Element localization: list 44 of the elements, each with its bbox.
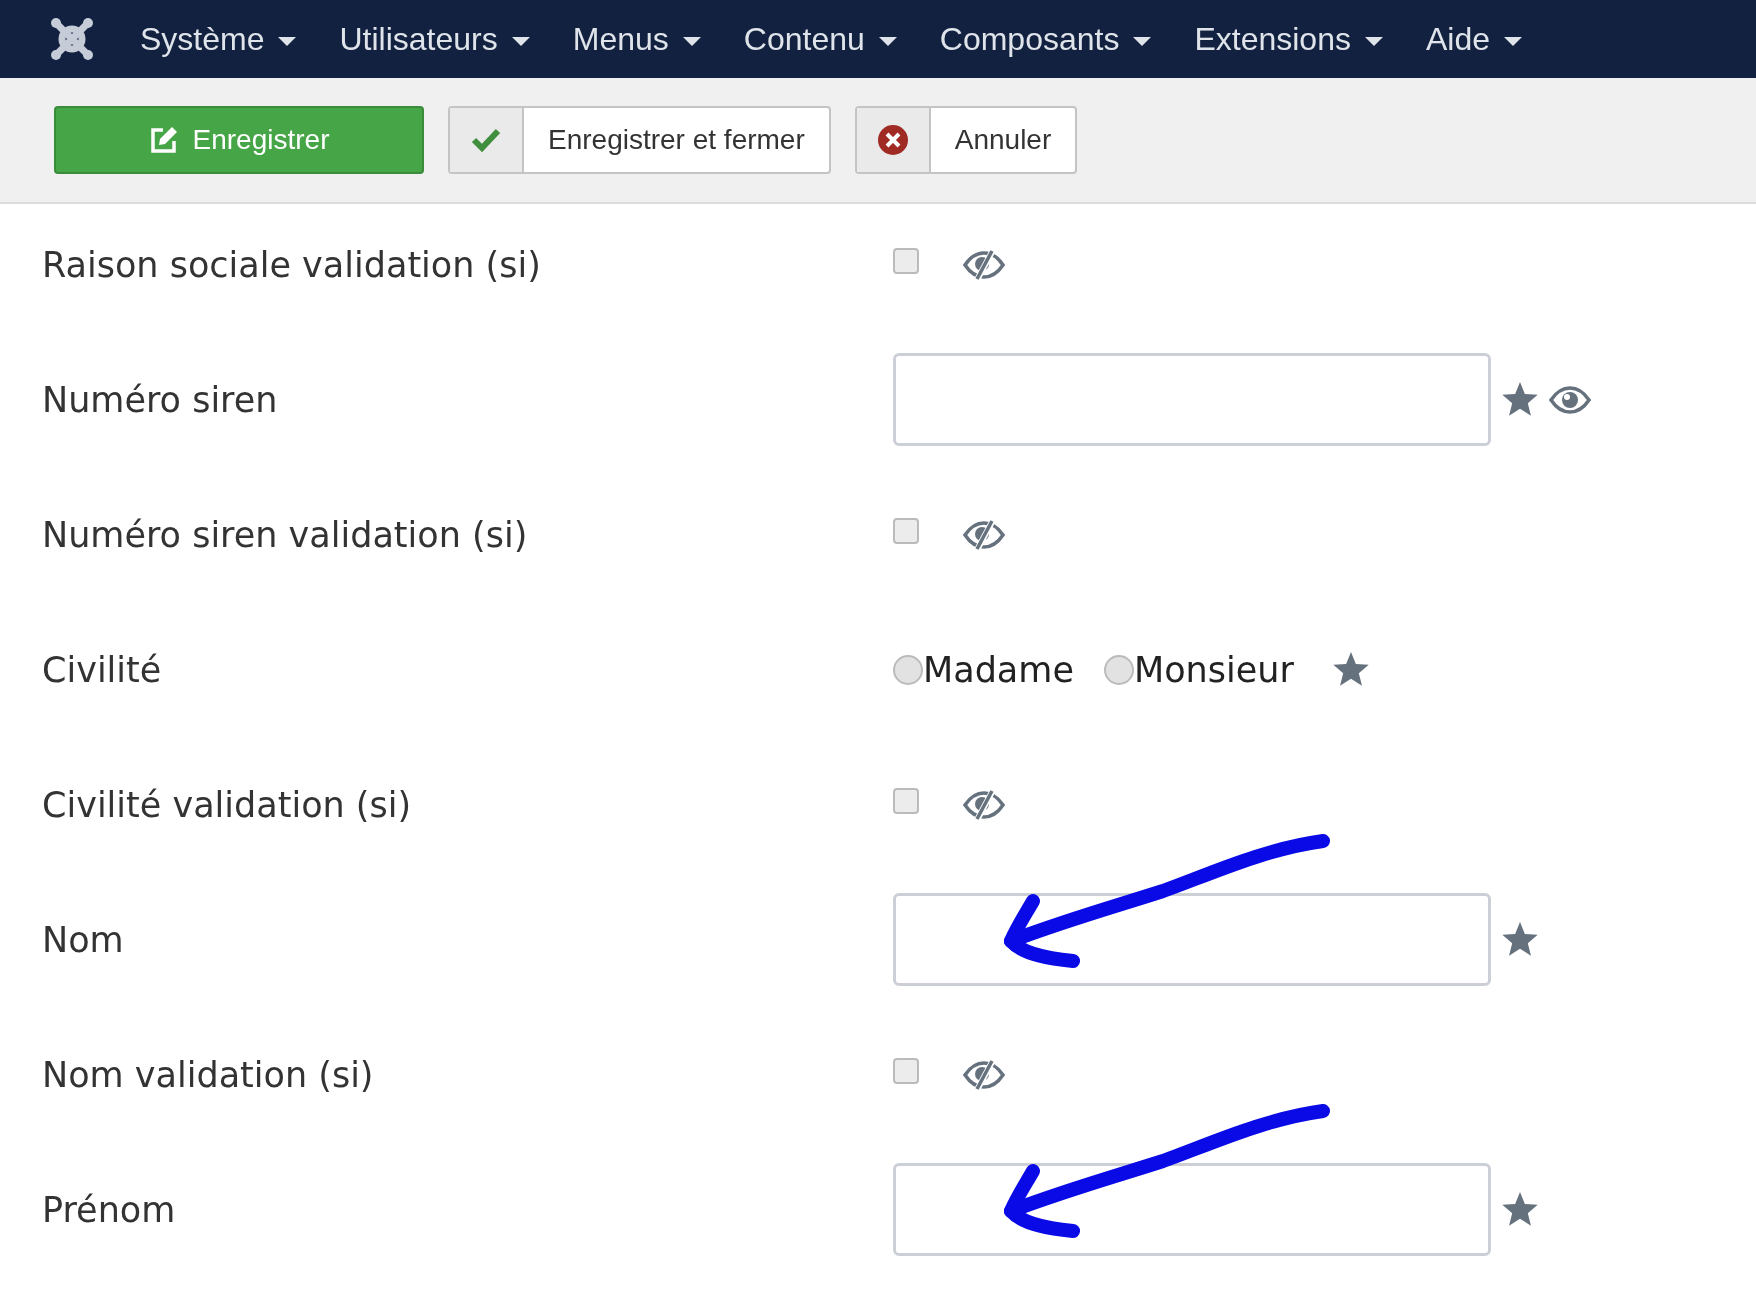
field-label: Nom (42, 919, 125, 960)
radio-button[interactable] (893, 654, 923, 685)
caret-icon (878, 36, 897, 46)
radio-option[interactable]: Madame (893, 649, 1074, 690)
menu-button[interactable]: Utilisateurs (339, 20, 530, 58)
caret-icon (278, 36, 297, 46)
logo-icon[interactable] (50, 17, 94, 61)
radio-option[interactable]: Monsieur (1103, 649, 1294, 690)
checkbox[interactable] (893, 1057, 919, 1084)
field-label: Raison sociale validation (si) (42, 244, 542, 285)
eye-slash-icon[interactable] (963, 248, 1005, 281)
field-label: Civilité validation (si) (42, 784, 413, 825)
field-label: Numéro siren (42, 379, 279, 420)
caret-icon (511, 36, 530, 46)
caret-icon (1133, 36, 1152, 46)
field-label: Numéro siren validation (si) (42, 514, 529, 555)
menu-button[interactable]: Contenu (743, 20, 897, 58)
edit-icon (148, 125, 179, 155)
menu-button[interactable]: Composants (939, 20, 1152, 58)
eye-slash-icon[interactable] (963, 788, 1005, 821)
field-label: Prénom (42, 1189, 177, 1230)
field-label: Civilité (42, 649, 163, 690)
menu-button[interactable]: Système (140, 20, 297, 58)
menu-button[interactable]: Extensions (1194, 20, 1383, 58)
eye-slash-icon[interactable] (963, 518, 1005, 551)
checkbox[interactable] (893, 787, 919, 814)
menu-button[interactable]: Menus (572, 20, 701, 58)
eye-slash-icon[interactable] (963, 1058, 1005, 1091)
cancel-button[interactable]: Annuler (854, 106, 1078, 174)
caret-icon (1364, 36, 1383, 46)
cancel-icon (876, 124, 909, 156)
caret-icon (682, 36, 701, 46)
check-icon (471, 127, 501, 153)
checkbox[interactable] (893, 517, 919, 544)
caret-icon (1504, 36, 1522, 46)
save-close-button[interactable]: Enregistrer et fermer (448, 106, 831, 174)
menu-button[interactable]: Aide (1425, 20, 1522, 58)
field-label: Nom validation (si) (42, 1054, 375, 1095)
text-field[interactable] (893, 1163, 1491, 1256)
text-field[interactable] (893, 893, 1491, 986)
eye-icon[interactable] (1549, 385, 1591, 414)
checkbox[interactable] (893, 247, 919, 274)
text-field[interactable] (893, 353, 1491, 446)
radio-button[interactable] (1103, 654, 1134, 685)
